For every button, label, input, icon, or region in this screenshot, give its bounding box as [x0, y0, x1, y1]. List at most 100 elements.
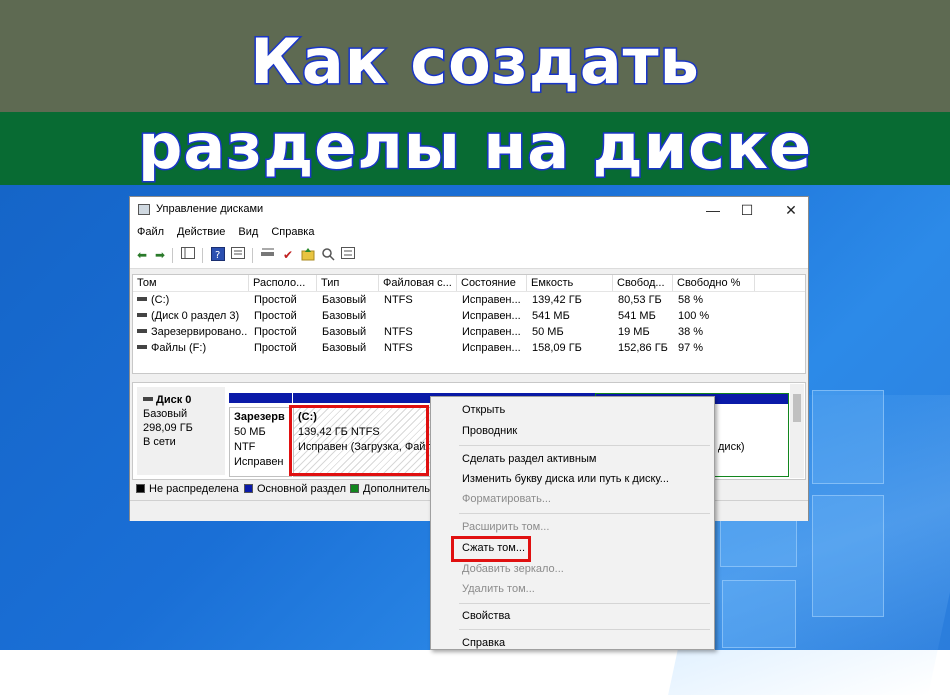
volume-status: Исправен...	[462, 310, 521, 322]
highlight-partition-c	[289, 405, 429, 476]
maximize-button[interactable]: ☐	[732, 200, 762, 220]
menu-item-open[interactable]: Открыть	[462, 404, 505, 416]
volume-capacity: 541 МБ	[532, 310, 570, 322]
disk-status: В сети	[143, 436, 176, 448]
volume-free-percent: 100 %	[678, 310, 710, 322]
partition-label: Зарезерв	[234, 411, 285, 423]
partition-reserved[interactable]: Зарезерв 50 МБ NTF Исправен	[229, 393, 292, 477]
volume-name: Зарезервировано...	[135, 324, 247, 340]
console-tree-icon[interactable]	[180, 247, 196, 263]
folder-up-icon[interactable]	[300, 247, 316, 263]
menu-view[interactable]: Вид	[231, 223, 264, 238]
legend-item-primary: Основной раздел	[244, 482, 346, 496]
back-arrow-icon[interactable]: ⬅	[134, 247, 150, 263]
volume-status: Исправен...	[462, 342, 521, 354]
column-header-free[interactable]: Свобод...	[613, 275, 673, 291]
volume-capacity: 158,09 ГБ	[532, 342, 582, 354]
legend-swatch	[244, 484, 253, 493]
volume-list-header: Том Располо... Тип Файловая с... Состоян…	[133, 275, 805, 292]
menu-item-properties[interactable]: Свойства	[462, 610, 510, 622]
volume-capacity: 139,42 ГБ	[532, 294, 582, 306]
banner-title-line1: Как создать	[249, 24, 701, 100]
menu-item-mark-active[interactable]: Сделать раздел активным	[462, 453, 596, 465]
close-button[interactable]: ✕	[776, 200, 806, 220]
column-header-status[interactable]: Состояние	[457, 275, 527, 291]
legend-swatch	[136, 484, 145, 493]
volume-type: Базовый	[322, 326, 367, 338]
volume-free-percent: 97 %	[678, 342, 704, 354]
volume-status: Исправен...	[462, 294, 521, 306]
partition-status: Исправен	[234, 456, 284, 468]
forward-arrow-icon[interactable]: ➡	[152, 247, 168, 263]
checklist-icon[interactable]: ✔	[280, 247, 296, 263]
legend-item-extended: Дополнительн	[350, 482, 436, 496]
volume-layout: Простой	[254, 310, 297, 322]
menu-separator	[459, 629, 710, 630]
menu-item-help[interactable]: Справка	[462, 637, 505, 649]
disk-info-panel[interactable]: Диск 0 Базовый 298,09 ГБ В сети	[137, 387, 225, 475]
title-bar[interactable]: Управление дисками — ☐ ✕	[130, 197, 808, 223]
menu-action[interactable]: Действие	[170, 223, 231, 238]
help-icon[interactable]: ?	[210, 247, 226, 263]
volume-free-percent: 58 %	[678, 294, 704, 306]
volume-capacity: 50 МБ	[532, 326, 564, 338]
disk-name: Диск 0	[143, 393, 225, 407]
menu-item-change-letter[interactable]: Изменить букву диска или путь к диску...	[462, 473, 669, 485]
column-header-capacity[interactable]: Емкость	[527, 275, 613, 291]
table-row[interactable]: (Диск 0 раздел 3) Простой Базовый Исправ…	[133, 308, 805, 324]
drive-icon	[137, 313, 147, 318]
volume-list: Том Располо... Тип Файловая с... Состоян…	[132, 274, 806, 374]
drive-icon	[137, 345, 147, 350]
menu-item-delete-volume[interactable]: Удалить том...	[462, 583, 535, 595]
list-view-icon[interactable]	[340, 247, 356, 263]
windows-logo-pane	[812, 495, 884, 617]
volume-layout: Простой	[254, 342, 297, 354]
disk-size: 298,09 ГБ	[143, 422, 193, 434]
volume-type: Базовый	[322, 310, 367, 322]
partition-size: 50 МБ NTF	[234, 426, 266, 453]
menu-separator	[459, 603, 710, 604]
column-header-filesystem[interactable]: Файловая с...	[379, 275, 457, 291]
volume-filesystem: NTFS	[384, 342, 413, 354]
toolbar: ⬅ ➡ ? ✔	[130, 243, 808, 269]
properties-icon[interactable]	[230, 247, 246, 263]
legend-swatch	[350, 484, 359, 493]
column-header-layout[interactable]: Располо...	[249, 275, 317, 291]
column-header-free-percent[interactable]: Свободно %	[673, 275, 755, 291]
column-header-type[interactable]: Тип	[317, 275, 379, 291]
context-menu: Открыть Проводник Сделать раздел активны…	[430, 396, 715, 650]
menu-item-explorer[interactable]: Проводник	[462, 425, 517, 437]
table-row[interactable]: (C:) Простой Базовый NTFS Исправен... 13…	[133, 292, 805, 308]
volume-type: Базовый	[322, 294, 367, 306]
volume-layout: Простой	[254, 294, 297, 306]
volume-name: (Диск 0 раздел 3)	[135, 308, 247, 324]
disk-management-icon	[138, 204, 150, 215]
windows-logo-pane	[812, 390, 884, 484]
table-row[interactable]: Файлы (F:) Простой Базовый NTFS Исправен…	[133, 340, 805, 356]
volume-name: (C:)	[135, 292, 247, 308]
volume-filesystem: NTFS	[384, 294, 413, 306]
volume-type: Базовый	[322, 342, 367, 354]
volume-free: 19 МБ	[618, 326, 650, 338]
scrollbar-thumb[interactable]	[793, 394, 801, 422]
table-row[interactable]: Зарезервировано... Простой Базовый NTFS …	[133, 324, 805, 340]
volume-filesystem: NTFS	[384, 326, 413, 338]
menu-item-format[interactable]: Форматировать...	[462, 493, 551, 505]
menu-item-extend-volume[interactable]: Расширить том...	[462, 521, 549, 533]
column-header-volume[interactable]: Том	[133, 275, 249, 291]
banner-title-line2: разделы на диске	[136, 110, 813, 183]
highlight-shrink-volume	[451, 536, 531, 562]
volume-status: Исправен...	[462, 326, 521, 338]
menu-file[interactable]: Файл	[130, 223, 170, 238]
connect-disk-icon[interactable]	[260, 247, 276, 263]
vertical-scrollbar[interactable]	[790, 384, 804, 478]
volume-layout: Простой	[254, 326, 297, 338]
menu-bar: Файл Действие Вид Справка	[130, 223, 808, 243]
menu-help[interactable]: Справка	[264, 223, 320, 238]
volume-name: Файлы (F:)	[135, 340, 247, 356]
minimize-button[interactable]: —	[698, 200, 728, 220]
svg-text:?: ?	[215, 250, 220, 261]
drive-icon	[137, 297, 147, 302]
menu-item-add-mirror[interactable]: Добавить зеркало...	[462, 563, 564, 575]
search-icon[interactable]	[320, 247, 336, 263]
